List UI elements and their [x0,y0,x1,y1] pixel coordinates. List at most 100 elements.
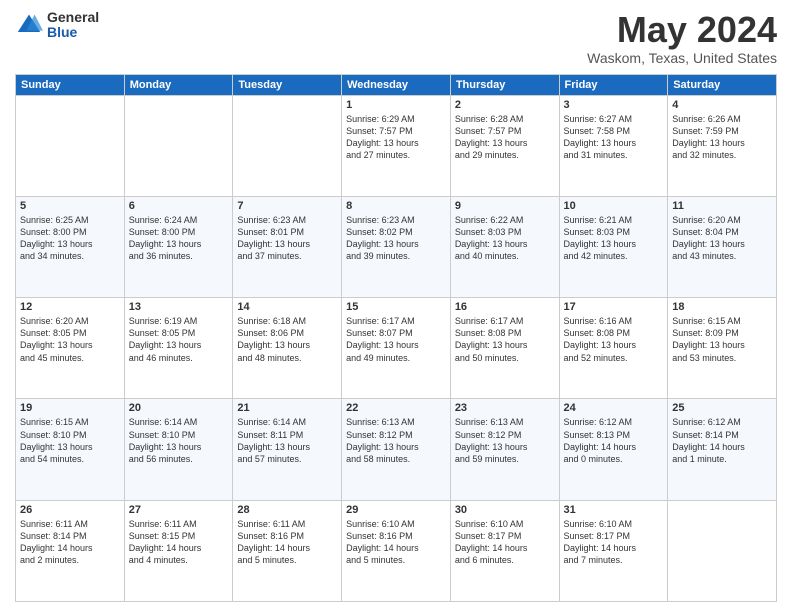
logo: General Blue [15,10,99,41]
day-info: Sunrise: 6:15 AM Sunset: 8:09 PM Dayligh… [672,315,772,364]
day-number: 14 [237,301,337,313]
weekday-header-saturday: Saturday [668,74,777,95]
day-info: Sunrise: 6:20 AM Sunset: 8:05 PM Dayligh… [20,315,120,364]
day-info: Sunrise: 6:16 AM Sunset: 8:08 PM Dayligh… [564,315,664,364]
calendar-cell: 29 Sunrise: 6:10 AM Sunset: 8:16 PM Dayli… [342,500,451,601]
calendar-cell: 11 Sunrise: 6:20 AM Sunset: 8:04 PM Dayli… [668,196,777,297]
logo-blue: Blue [47,25,99,40]
calendar-cell: 1Sunrise: 6:29 AM Sunset: 7:57 PM Daylig… [342,95,451,196]
calendar-cell: 16 Sunrise: 6:17 AM Sunset: 8:08 PM Dayli… [450,298,559,399]
calendar-cell: 5Sunrise: 6:25 AM Sunset: 8:00 PM Daylig… [16,196,125,297]
day-number: 23 [455,402,555,414]
calendar-cell: 31 Sunrise: 6:10 AM Sunset: 8:17 PM Dayli… [559,500,668,601]
calendar-cell: 25 Sunrise: 6:12 AM Sunset: 8:14 PM Dayli… [668,399,777,500]
day-number: 18 [672,301,772,313]
day-number: 22 [346,402,446,414]
day-number: 7 [237,200,337,212]
day-number: 12 [20,301,120,313]
day-number: 16 [455,301,555,313]
weekday-header-row: SundayMondayTuesdayWednesdayThursdayFrid… [16,74,777,95]
page: General Blue May 2024 Waskom, Texas, Uni… [0,0,792,612]
calendar-cell: 10 Sunrise: 6:21 AM Sunset: 8:03 PM Dayli… [559,196,668,297]
day-info: Sunrise: 6:25 AM Sunset: 8:00 PM Dayligh… [20,214,120,263]
day-info: Sunrise: 6:22 AM Sunset: 8:03 PM Dayligh… [455,214,555,263]
day-number: 3 [564,99,664,111]
day-info: Sunrise: 6:20 AM Sunset: 8:04 PM Dayligh… [672,214,772,263]
day-number: 4 [672,99,772,111]
day-number: 17 [564,301,664,313]
day-info: Sunrise: 6:13 AM Sunset: 8:12 PM Dayligh… [455,416,555,465]
day-number: 27 [129,504,229,516]
day-info: Sunrise: 6:13 AM Sunset: 8:12 PM Dayligh… [346,416,446,465]
day-info: Sunrise: 6:12 AM Sunset: 8:14 PM Dayligh… [672,416,772,465]
day-info: Sunrise: 6:23 AM Sunset: 8:01 PM Dayligh… [237,214,337,263]
logo-text: General Blue [47,10,99,41]
day-info: Sunrise: 6:14 AM Sunset: 8:10 PM Dayligh… [129,416,229,465]
day-info: Sunrise: 6:17 AM Sunset: 8:08 PM Dayligh… [455,315,555,364]
day-info: Sunrise: 6:10 AM Sunset: 8:17 PM Dayligh… [455,518,555,567]
day-info: Sunrise: 6:19 AM Sunset: 8:05 PM Dayligh… [129,315,229,364]
day-number: 29 [346,504,446,516]
week-row-1: 5Sunrise: 6:25 AM Sunset: 8:00 PM Daylig… [16,196,777,297]
day-info: Sunrise: 6:17 AM Sunset: 8:07 PM Dayligh… [346,315,446,364]
day-number: 2 [455,99,555,111]
day-info: Sunrise: 6:23 AM Sunset: 8:02 PM Dayligh… [346,214,446,263]
day-info: Sunrise: 6:11 AM Sunset: 8:16 PM Dayligh… [237,518,337,567]
week-row-4: 26Sunrise: 6:11 AM Sunset: 8:14 PM Dayli… [16,500,777,601]
day-number: 28 [237,504,337,516]
weekday-header-thursday: Thursday [450,74,559,95]
week-row-0: 1Sunrise: 6:29 AM Sunset: 7:57 PM Daylig… [16,95,777,196]
calendar-cell: 15 Sunrise: 6:17 AM Sunset: 8:07 PM Dayli… [342,298,451,399]
weekday-header-sunday: Sunday [16,74,125,95]
day-number: 26 [20,504,120,516]
calendar-cell: 3 Sunrise: 6:27 AM Sunset: 7:58 PM Daylig… [559,95,668,196]
calendar-cell: 17 Sunrise: 6:16 AM Sunset: 8:08 PM Dayli… [559,298,668,399]
calendar-cell: 23 Sunrise: 6:13 AM Sunset: 8:12 PM Dayli… [450,399,559,500]
calendar-cell: 9 Sunrise: 6:22 AM Sunset: 8:03 PM Daylig… [450,196,559,297]
day-number: 13 [129,301,229,313]
weekday-header-tuesday: Tuesday [233,74,342,95]
calendar-cell: 26Sunrise: 6:11 AM Sunset: 8:14 PM Dayli… [16,500,125,601]
day-number: 20 [129,402,229,414]
day-info: Sunrise: 6:21 AM Sunset: 8:03 PM Dayligh… [564,214,664,263]
weekday-header-wednesday: Wednesday [342,74,451,95]
calendar-cell [668,500,777,601]
day-info: Sunrise: 6:15 AM Sunset: 8:10 PM Dayligh… [20,416,120,465]
calendar-cell: 27 Sunrise: 6:11 AM Sunset: 8:15 PM Dayli… [124,500,233,601]
day-info: Sunrise: 6:11 AM Sunset: 8:15 PM Dayligh… [129,518,229,567]
week-row-2: 12 Sunrise: 6:20 AM Sunset: 8:05 PM Dayli… [16,298,777,399]
day-info: Sunrise: 6:18 AM Sunset: 8:06 PM Dayligh… [237,315,337,364]
calendar-cell: 22 Sunrise: 6:13 AM Sunset: 8:12 PM Dayli… [342,399,451,500]
calendar-cell: 13 Sunrise: 6:19 AM Sunset: 8:05 PM Dayli… [124,298,233,399]
day-number: 25 [672,402,772,414]
day-number: 1 [346,99,446,111]
title-location: Waskom, Texas, United States [587,50,777,66]
day-info: Sunrise: 6:10 AM Sunset: 8:16 PM Dayligh… [346,518,446,567]
calendar-cell: 19Sunrise: 6:15 AM Sunset: 8:10 PM Dayli… [16,399,125,500]
calendar-cell: 14 Sunrise: 6:18 AM Sunset: 8:06 PM Dayli… [233,298,342,399]
calendar-cell: 4 Sunrise: 6:26 AM Sunset: 7:59 PM Daylig… [668,95,777,196]
day-number: 9 [455,200,555,212]
day-number: 8 [346,200,446,212]
calendar-cell: 28 Sunrise: 6:11 AM Sunset: 8:16 PM Dayli… [233,500,342,601]
day-number: 10 [564,200,664,212]
calendar-cell [233,95,342,196]
weekday-header-monday: Monday [124,74,233,95]
day-number: 11 [672,200,772,212]
calendar-cell [16,95,125,196]
day-number: 15 [346,301,446,313]
calendar-cell [124,95,233,196]
day-info: Sunrise: 6:26 AM Sunset: 7:59 PM Dayligh… [672,113,772,162]
title-month: May 2024 [587,10,777,50]
day-number: 31 [564,504,664,516]
calendar-cell: 12 Sunrise: 6:20 AM Sunset: 8:05 PM Dayli… [16,298,125,399]
day-number: 6 [129,200,229,212]
day-info: Sunrise: 6:27 AM Sunset: 7:58 PM Dayligh… [564,113,664,162]
header: General Blue May 2024 Waskom, Texas, Uni… [15,10,777,66]
logo-general: General [47,10,99,25]
calendar-cell: 30Sunrise: 6:10 AM Sunset: 8:17 PM Dayli… [450,500,559,601]
day-info: Sunrise: 6:10 AM Sunset: 8:17 PM Dayligh… [564,518,664,567]
calendar-cell: 6Sunrise: 6:24 AM Sunset: 8:00 PM Daylig… [124,196,233,297]
calendar-cell: 20 Sunrise: 6:14 AM Sunset: 8:10 PM Dayli… [124,399,233,500]
logo-icon [15,11,43,39]
